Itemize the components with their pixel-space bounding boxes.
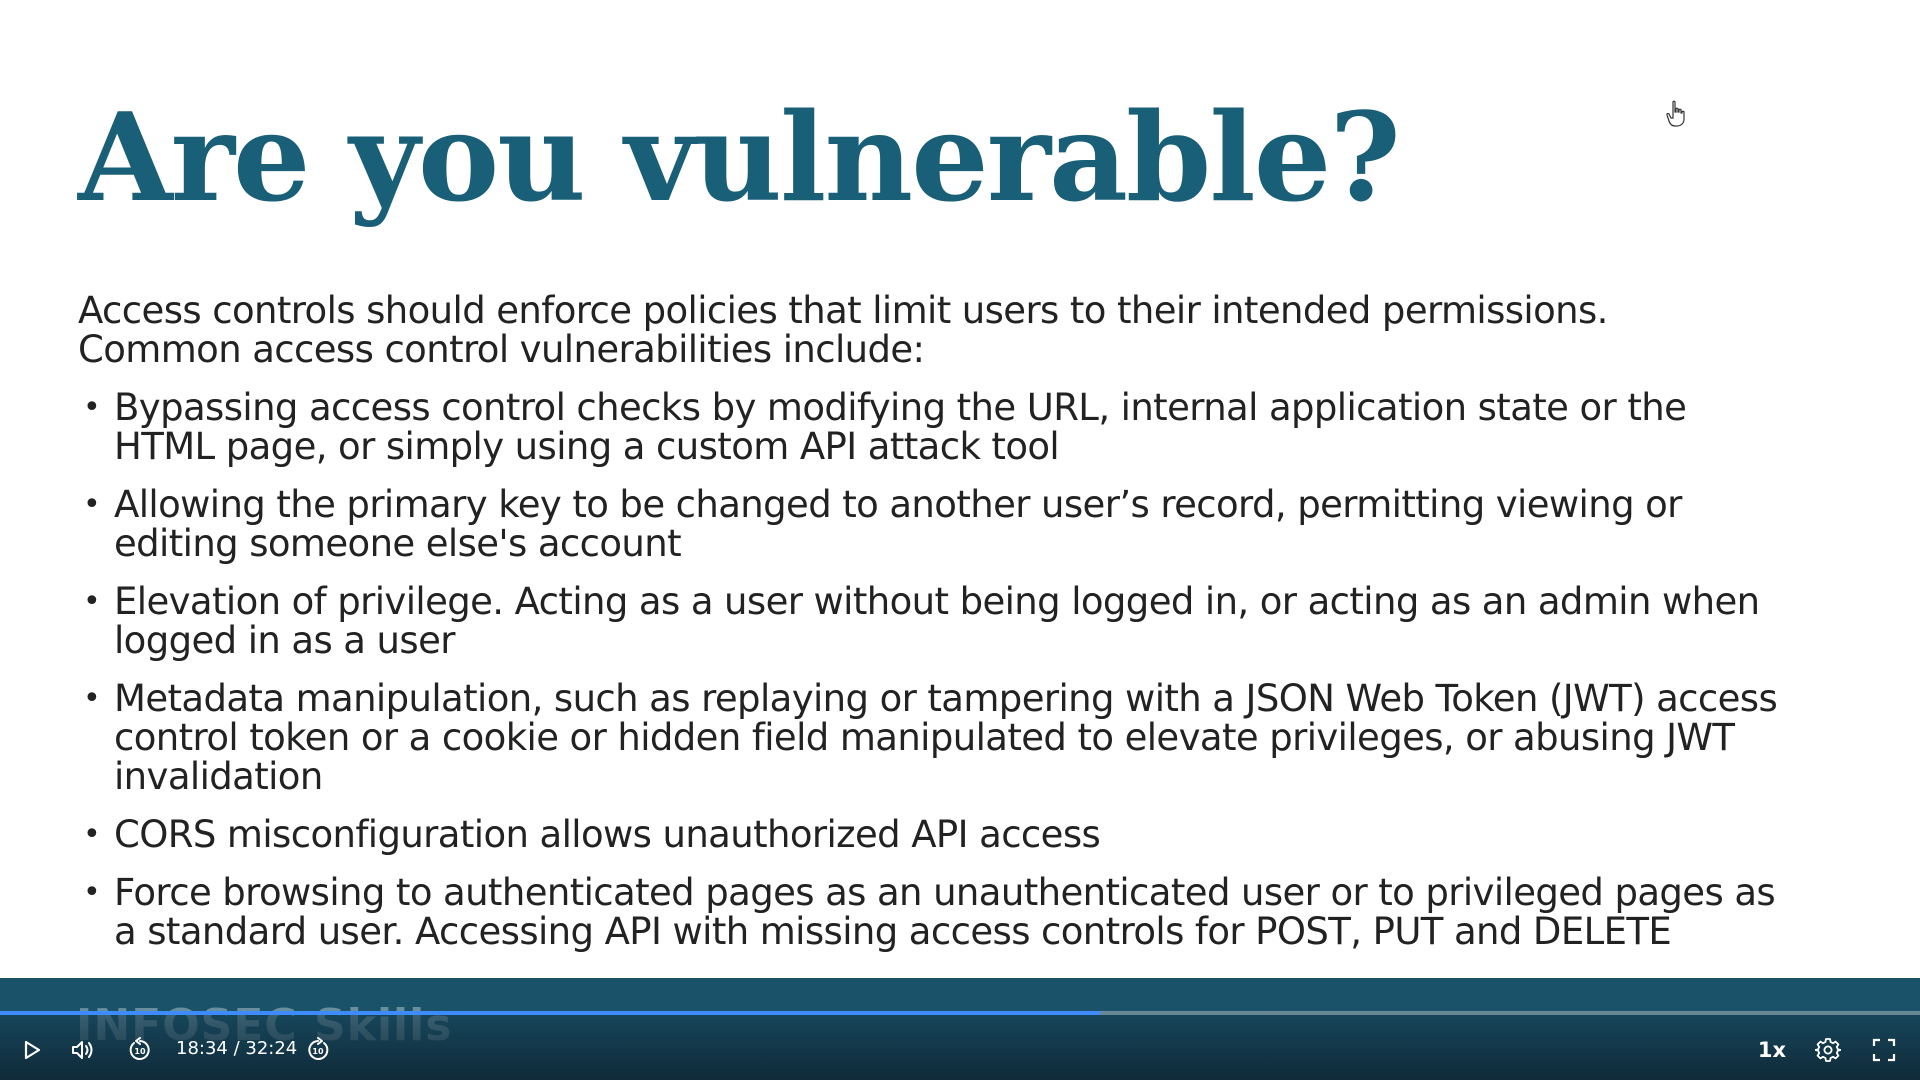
bullet-text-line: CORS misconfiguration allows unauthorize…	[114, 813, 1101, 856]
intro-line: Common access control vulnerabilities in…	[78, 328, 925, 371]
bullet-text-line: HTML page, or simply using a custom API …	[114, 425, 1060, 468]
svg-text:10: 10	[134, 1047, 146, 1056]
bullet-text-line: logged in as a user	[114, 619, 455, 662]
bullet-text-line: invalidation	[114, 755, 323, 798]
time-display: 18:34 / 32:24	[176, 1038, 297, 1059]
bullet-marker: •	[83, 487, 101, 522]
progress-bar[interactable]	[0, 1011, 1920, 1015]
hand-cursor-icon	[1666, 100, 1685, 127]
list-item: • Metadata manipulation, such as replayin…	[78, 679, 1868, 796]
list-item: • Allowing the primary key to be changed …	[78, 485, 1868, 563]
bullet-text-line: Allowing the primary key to be changed t…	[114, 483, 1682, 526]
bullet-text-line: Force browsing to authenticated pages as…	[114, 871, 1776, 914]
bullet-marker: •	[83, 817, 101, 852]
current-time: 18:34	[176, 1038, 228, 1059]
bullet-marker: •	[83, 390, 101, 425]
playback-speed-button[interactable]: 1x	[1750, 1034, 1794, 1066]
intro-line: Access controls should enforce policies …	[78, 289, 1608, 332]
svg-text:10: 10	[312, 1047, 324, 1056]
bullet-marker: •	[83, 681, 101, 716]
progress-fill	[0, 1011, 1101, 1015]
bullet-marker: •	[83, 875, 101, 910]
list-item: • Bypassing access control checks by modi…	[78, 388, 1868, 466]
duration: 32:24	[245, 1038, 298, 1059]
fullscreen-icon	[1872, 1038, 1896, 1062]
bullet-text-line: Metadata manipulation, such as replaying…	[114, 677, 1778, 720]
rewind-10-button[interactable]: 10	[120, 1030, 160, 1070]
volume-button[interactable]	[64, 1030, 104, 1070]
volume-icon	[72, 1041, 93, 1059]
bullet-text-line: Elevation of privilege. Acting as a user…	[114, 580, 1760, 623]
slide: Are you vulnerable? Access controls shou…	[0, 0, 1920, 978]
bullet-list: • Bypassing access control checks by modi…	[78, 388, 1868, 970]
gear-icon	[1815, 1038, 1841, 1062]
video-player[interactable]: Are you vulnerable? Access controls shou…	[0, 0, 1920, 1080]
bullet-marker: •	[83, 584, 101, 619]
forward-10-button[interactable]: 10	[298, 1030, 338, 1070]
list-item: • Force browsing to authenticated pages a…	[78, 873, 1868, 951]
bullet-text-line: Bypassing access control checks by modif…	[114, 386, 1687, 429]
time-separator: /	[227, 1038, 246, 1059]
forward-10-icon: 10	[308, 1037, 329, 1060]
play-icon	[24, 1040, 41, 1060]
rewind-10-icon: 10	[129, 1037, 150, 1060]
bullet-text-line: a standard user. Accessing API with miss…	[114, 910, 1672, 953]
list-item: • Elevation of privilege. Acting as a use…	[78, 582, 1868, 660]
play-button[interactable]	[12, 1030, 52, 1070]
settings-button[interactable]	[1808, 1030, 1848, 1070]
slide-intro: Access controls should enforce policies …	[78, 291, 1858, 369]
list-item: • CORS misconfiguration allows unauthoriz…	[78, 815, 1868, 854]
fullscreen-button[interactable]	[1864, 1030, 1904, 1070]
slide-title: Are you vulnerable?	[78, 85, 1401, 229]
bullet-text-line: editing someone else's account	[114, 522, 682, 565]
bullet-text-line: control token or a cookie or hidden fiel…	[114, 716, 1735, 759]
